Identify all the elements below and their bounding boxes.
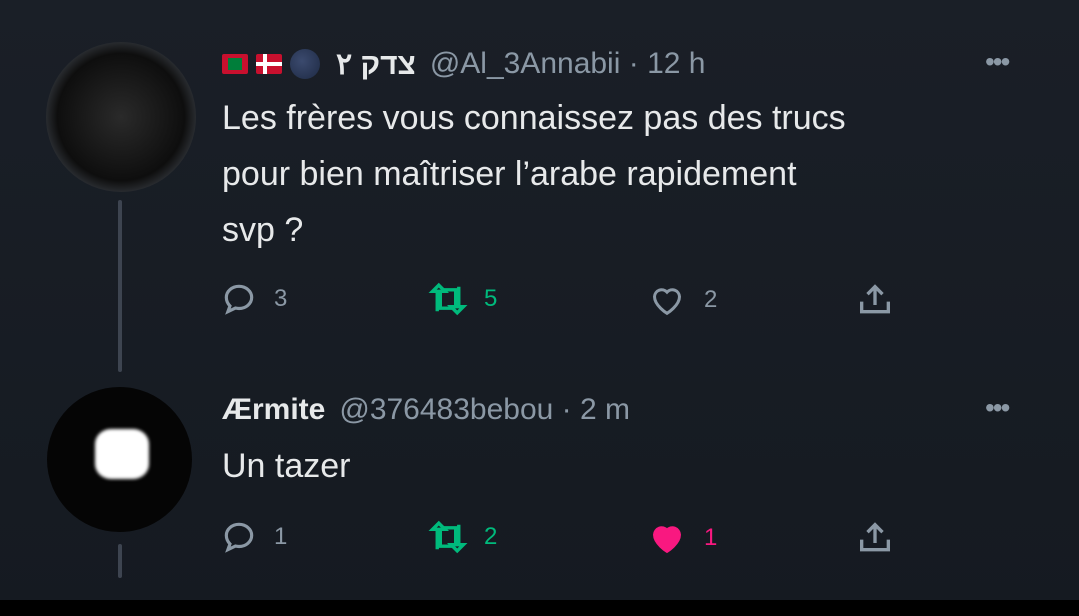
- tweet-text-line: Un tazer: [222, 447, 351, 485]
- timestamp[interactable]: 12 h: [647, 47, 705, 81]
- reply-icon: [224, 284, 254, 315]
- denmark-flag-icon: [256, 54, 282, 74]
- reply-count: 1: [274, 523, 288, 550]
- avatar[interactable]: [46, 42, 196, 192]
- more-options-icon[interactable]: •••: [985, 392, 1010, 424]
- tweet-header: Ærmite @376483bebou · 2 m: [222, 390, 630, 430]
- retweet-icon: [428, 520, 468, 554]
- heart-icon: [652, 288, 682, 316]
- retweet-icon: [428, 282, 468, 316]
- tweet-actions: 3 5 2: [0, 280, 1079, 320]
- share-button[interactable]: [855, 518, 895, 558]
- share-button[interactable]: [855, 280, 895, 320]
- share-icon: [860, 522, 890, 552]
- like-count: 2: [704, 286, 718, 313]
- maldives-flag-icon: [222, 54, 248, 74]
- globe-icon: [290, 49, 320, 79]
- like-button[interactable]: 2: [646, 280, 717, 320]
- display-name[interactable]: צדק ٢: [336, 47, 416, 82]
- display-name[interactable]: Ærmite: [222, 393, 325, 427]
- reply-count: 3: [274, 285, 288, 312]
- like-button[interactable]: 1: [646, 518, 717, 558]
- more-options-icon[interactable]: •••: [985, 46, 1010, 78]
- like-count: 1: [704, 524, 718, 551]
- tweet-text: Un tazer: [222, 438, 351, 494]
- tweet-text: Les frères vous connaissez pas des trucs…: [222, 90, 846, 258]
- separator-dot: ·: [553, 393, 581, 426]
- handle[interactable]: @Al_3Annabii: [430, 47, 621, 81]
- tweet-actions: 1 2 1: [0, 518, 1079, 558]
- retweet-count: 2: [484, 523, 498, 550]
- handle[interactable]: @376483bebou: [339, 393, 553, 427]
- bottom-border: [0, 600, 1079, 616]
- avatar[interactable]: [47, 387, 192, 532]
- share-icon: [860, 284, 890, 314]
- tweet-text-line: pour bien maîtriser l’arabe rapidement: [222, 155, 797, 193]
- timestamp[interactable]: 2 m: [580, 393, 630, 427]
- tweet-text-line: Les frères vous connaissez pas des trucs: [222, 99, 846, 137]
- reply-button[interactable]: 1: [220, 518, 287, 556]
- retweet-button[interactable]: 5: [428, 280, 497, 318]
- avatar-white-blob: [95, 429, 149, 479]
- tweet-text-line: svp ?: [222, 211, 304, 249]
- reply-icon: [224, 522, 254, 553]
- heart-filled-icon: [652, 526, 682, 554]
- retweet-button[interactable]: 2: [428, 518, 497, 556]
- reply-button[interactable]: 3: [220, 280, 287, 318]
- separator-dot: ·: [620, 47, 648, 80]
- retweet-count: 5: [484, 285, 498, 312]
- tweet-header: צדק ٢ @Al_3Annabii · 12 h: [222, 44, 705, 84]
